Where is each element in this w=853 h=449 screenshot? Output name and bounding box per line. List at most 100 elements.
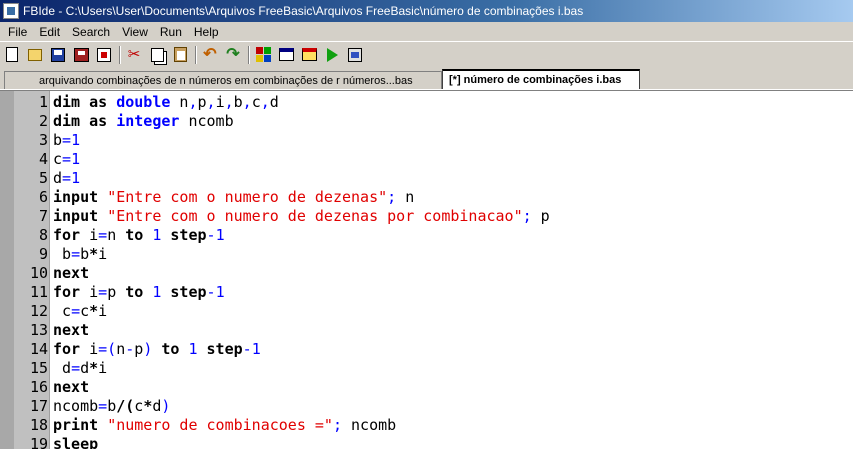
undo-button[interactable]: ↶ — [201, 46, 219, 64]
compile-icon — [255, 47, 271, 62]
code-line[interactable]: 14 for i=(n-p) to 1 step-1 — [0, 340, 853, 359]
save-all-button[interactable] — [72, 46, 90, 64]
code-token: i — [215, 93, 225, 111]
code-token: c — [80, 302, 90, 320]
new-file-button[interactable] — [3, 46, 21, 64]
code-line[interactable]: 15 d=d*i — [0, 359, 853, 378]
menu-help[interactable]: Help — [188, 25, 225, 39]
code-token: /( — [116, 397, 135, 415]
code-token: i — [80, 226, 99, 244]
code-line[interactable]: 13 next — [0, 321, 853, 340]
code-token: input — [53, 207, 99, 225]
code-token: for — [53, 283, 81, 301]
menu-search[interactable]: Search — [66, 25, 116, 39]
code-token: - — [125, 340, 135, 358]
build-run-button[interactable] — [346, 46, 364, 64]
code-text: c=1 — [50, 150, 853, 169]
line-number: 1 — [38, 93, 48, 111]
code-token: 1 — [251, 340, 261, 358]
redo-button[interactable]: ↷ — [224, 46, 242, 64]
menu-run[interactable]: Run — [154, 25, 188, 39]
menu-view[interactable]: View — [116, 25, 154, 39]
code-line[interactable]: 17 ncomb=b/(c*d) — [0, 397, 853, 416]
window-title: FBIde - C:\Users\User\Documents\Arquivos… — [23, 4, 584, 18]
close-file-icon — [97, 47, 111, 62]
code-token: c — [53, 302, 72, 320]
code-token: = — [98, 397, 108, 415]
code-token: 1 — [215, 283, 225, 301]
code-token: integer — [116, 112, 180, 130]
code-line[interactable]: 16 next — [0, 378, 853, 397]
code-line[interactable]: 6 input "Entre com o numero de dezenas"; … — [0, 188, 853, 207]
code-token: p — [107, 283, 126, 301]
code-token: = — [62, 150, 72, 168]
line-number: 9 — [38, 245, 48, 263]
code-text: sleep — [50, 435, 853, 449]
code-token: i — [80, 340, 99, 358]
cut-button[interactable]: ✂ — [125, 46, 143, 64]
code-line[interactable]: 12 c=c*i — [0, 302, 853, 321]
code-line[interactable]: 8 for i=n to 1 step-1 — [0, 226, 853, 245]
code-line[interactable]: 1 dim as double n,p,i,b,c,d — [0, 93, 853, 112]
code-token: n — [396, 188, 415, 206]
code-line[interactable]: 18 print "numero de combinacoes ="; ncomb — [0, 416, 853, 435]
menu-edit[interactable]: Edit — [33, 25, 66, 39]
code-line[interactable]: 2 dim as integer ncomb — [0, 112, 853, 131]
code-line[interactable]: 10 next — [0, 264, 853, 283]
code-text: d=1 — [50, 169, 853, 188]
code-line[interactable]: 11 for i=p to 1 step-1 — [0, 283, 853, 302]
code-token: ncomb — [342, 416, 397, 434]
code-token: = — [62, 131, 72, 149]
paste-button[interactable] — [171, 46, 189, 64]
code-editor[interactable]: 1 dim as double n,p,i,b,c,d 2 dim as intege… — [0, 90, 853, 449]
code-token: =( — [98, 340, 117, 358]
code-token: n — [116, 340, 126, 358]
code-line[interactable]: 9 b=b*i — [0, 245, 853, 264]
line-number: 19 — [29, 435, 48, 449]
code-token: next — [53, 321, 90, 339]
code-token: b — [80, 245, 90, 263]
code-token: = — [98, 283, 108, 301]
code-line[interactable]: 3 b=1 — [0, 131, 853, 150]
save-all-icon — [73, 47, 89, 62]
code-line[interactable]: 5 d=1 — [0, 169, 853, 188]
tab-numero-combinacoes[interactable]: [*] número de combinações i.bas — [442, 69, 640, 89]
code-token: - — [206, 283, 216, 301]
close-file-button[interactable] — [95, 46, 113, 64]
code-token: 1 — [71, 131, 81, 149]
title-bar: FBIde - C:\Users\User\Documents\Arquivos… — [0, 0, 853, 22]
code-text: next — [50, 321, 853, 340]
tab-strip: arquivando combinações de n números em c… — [0, 67, 853, 90]
menu-bar: File Edit Search View Run Help — [0, 22, 853, 41]
code-token: for — [53, 226, 81, 244]
code-text: input "Entre com o numero de dezenas"; n — [50, 188, 853, 207]
line-number: 10 — [29, 264, 48, 282]
code-token: "Entre com o numero de dezenas por combi… — [107, 207, 523, 225]
code-token: n — [107, 226, 126, 244]
cut-icon: ✂ — [127, 46, 141, 63]
run-button[interactable] — [323, 46, 341, 64]
compile-button[interactable] — [254, 46, 272, 64]
code-line[interactable]: 19 sleep — [0, 435, 853, 449]
menu-file[interactable]: File — [2, 25, 33, 39]
code-token: i — [98, 245, 108, 263]
code-token: p — [197, 93, 207, 111]
output-icon — [301, 48, 317, 61]
code-token: - — [206, 226, 216, 244]
save-button[interactable] — [49, 46, 67, 64]
code-line[interactable]: 7 input "Entre com o numero de dezenas po… — [0, 207, 853, 226]
copy-button[interactable] — [148, 46, 166, 64]
window-button[interactable] — [277, 46, 295, 64]
code-token: b — [53, 131, 63, 149]
code-token: 1 — [71, 169, 81, 187]
open-file-button[interactable] — [26, 46, 44, 64]
tab-arquivando[interactable]: arquivando combinações de n números em c… — [4, 71, 442, 89]
code-line[interactable]: 4 c=1 — [0, 150, 853, 169]
code-token: p — [531, 207, 550, 225]
output-button[interactable] — [300, 46, 318, 64]
code-token: , — [188, 93, 198, 111]
code-token: b — [53, 245, 72, 263]
code-token: ; — [387, 188, 397, 206]
code-token: * — [143, 397, 153, 415]
code-token: c — [251, 93, 261, 111]
